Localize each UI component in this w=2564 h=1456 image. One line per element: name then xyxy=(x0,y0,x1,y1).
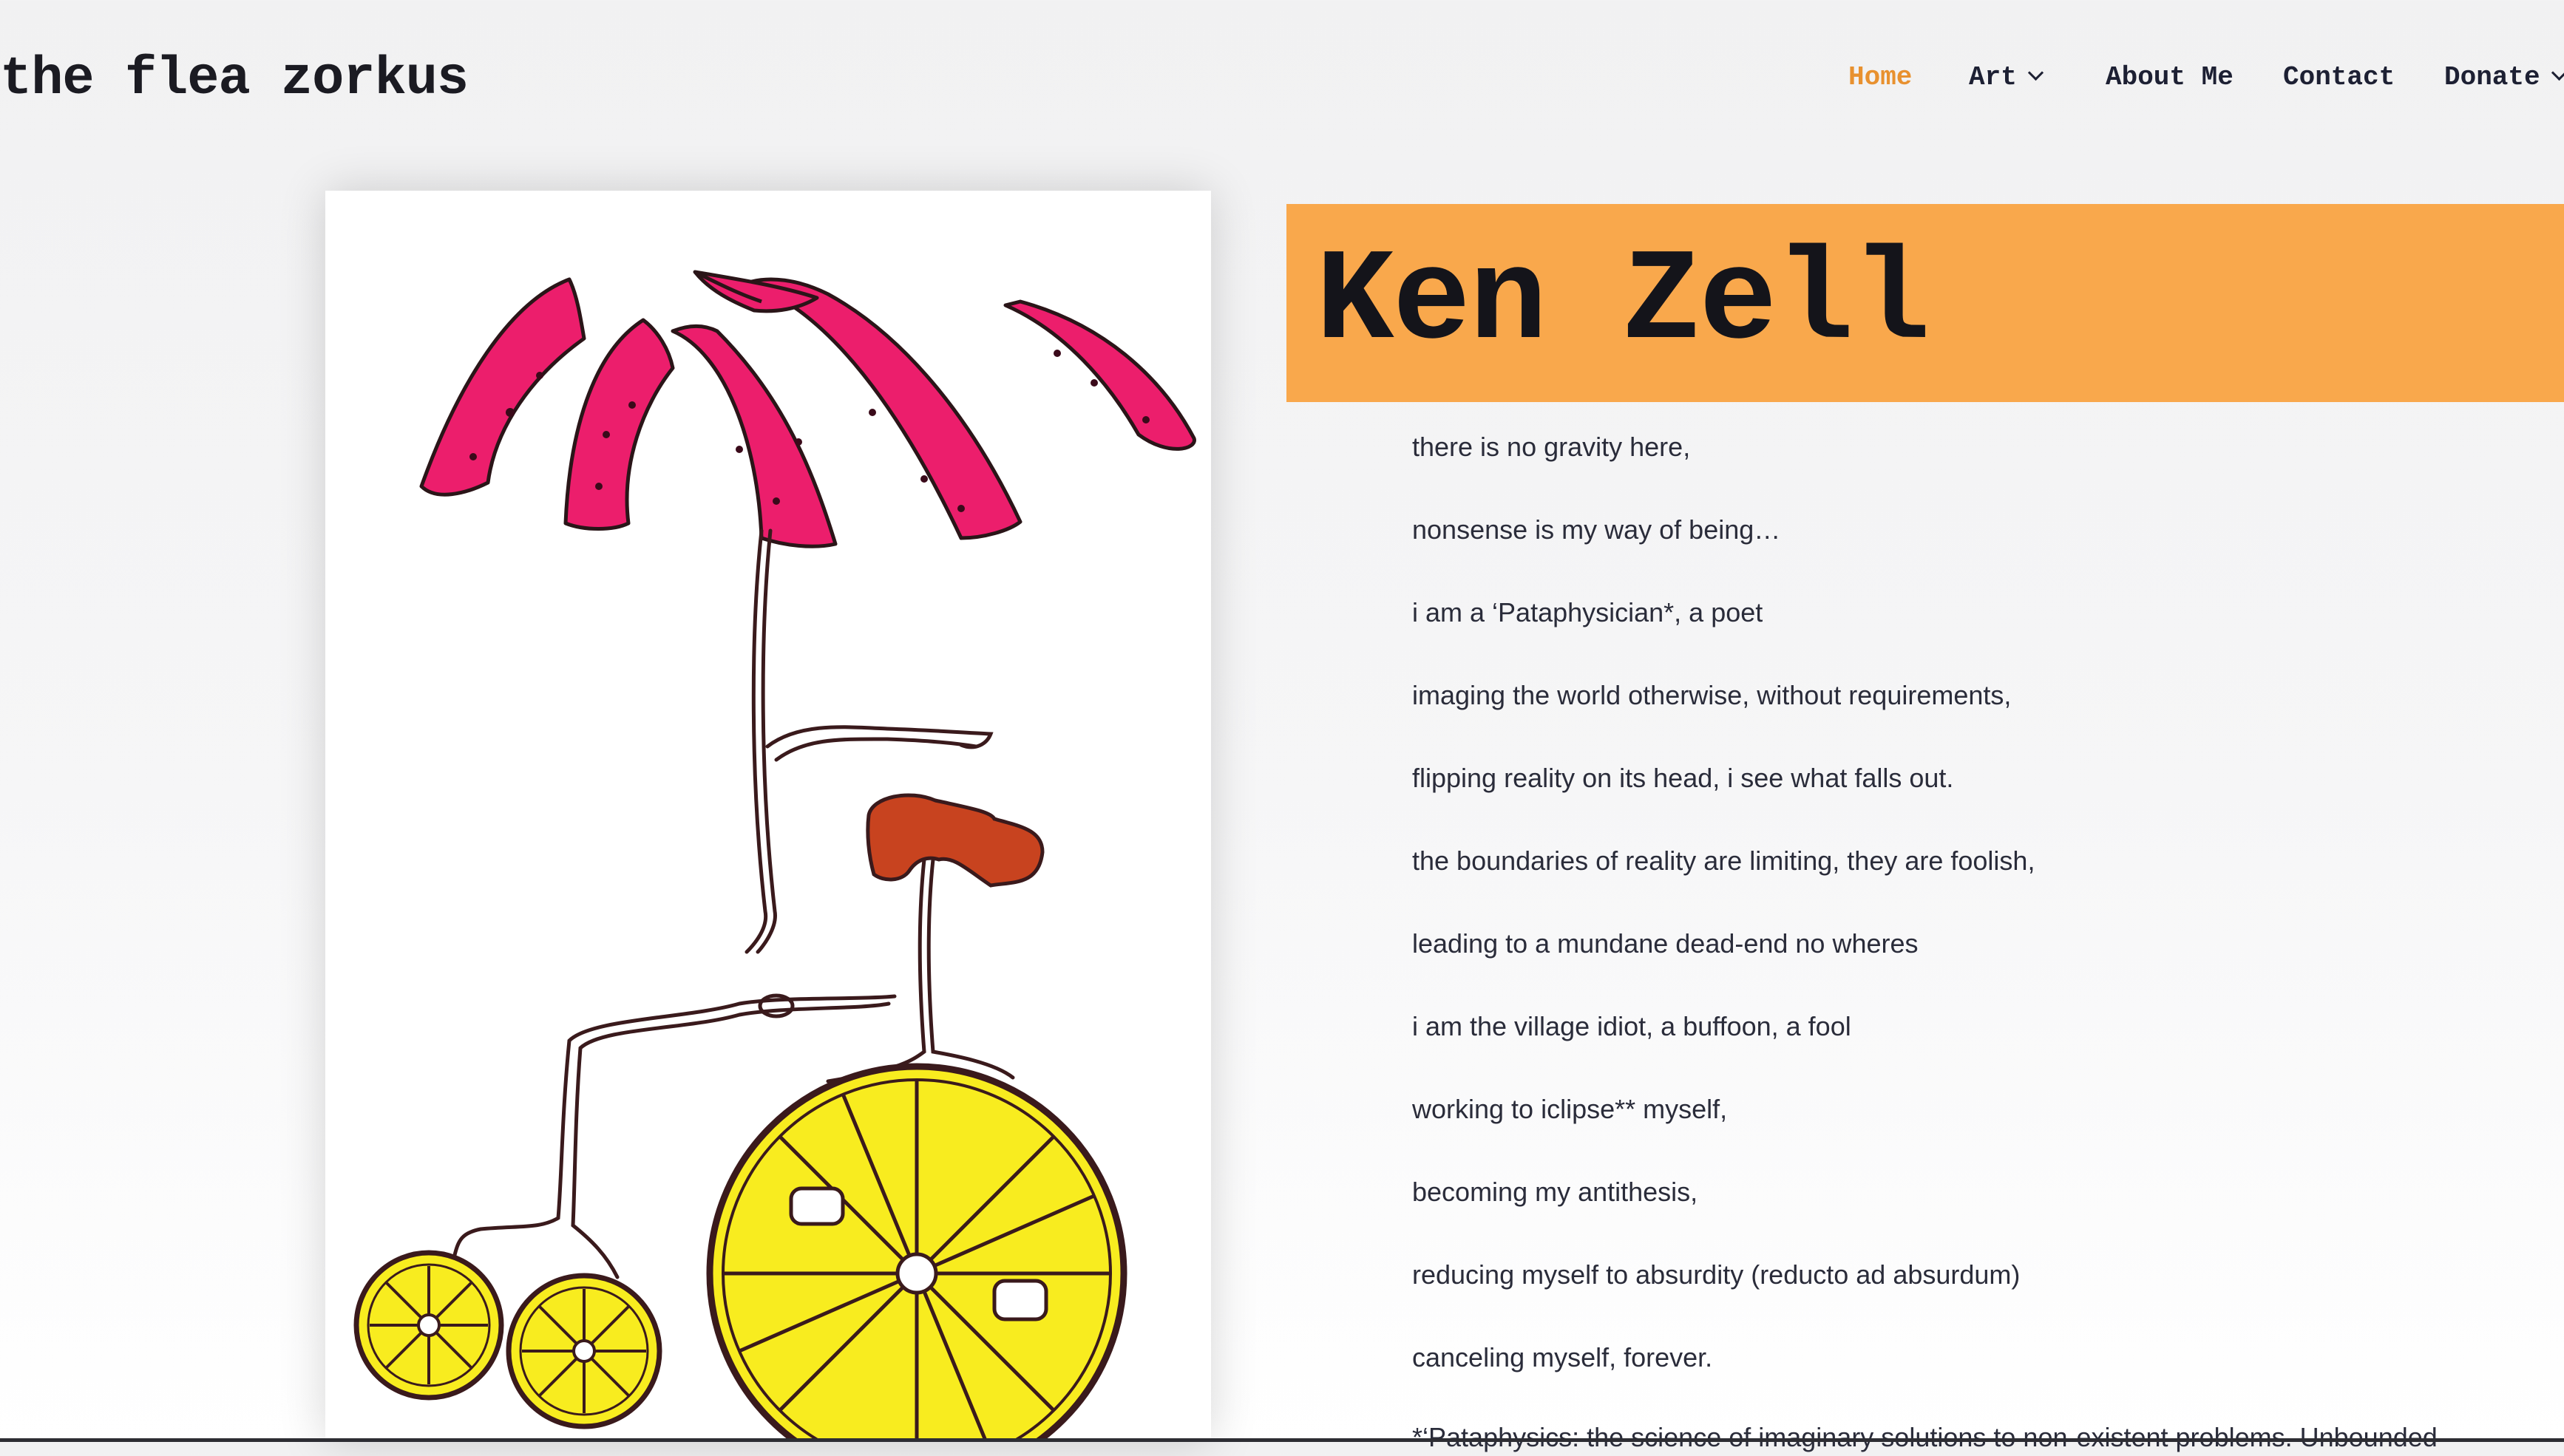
chevron-down-icon xyxy=(2551,64,2564,81)
chevron-down-icon xyxy=(2027,64,2044,81)
site-logo[interactable]: the flea zorkus xyxy=(0,46,469,112)
poem-line: i am the village idiot, a buffoon, a foo… xyxy=(1412,1011,1851,1041)
nav-home-label: Home xyxy=(1848,62,1913,92)
nav-art-link[interactable]: Art xyxy=(1969,59,2044,96)
big-wheel xyxy=(706,1063,1127,1442)
poem-line: canceling myself, forever. xyxy=(1412,1342,1713,1372)
page-title: Ken Zell xyxy=(1316,228,1930,376)
poem-line: leading to a mundane dead-end no wheres xyxy=(1412,928,1919,959)
poem-line: the boundaries of reality are limiting, … xyxy=(1412,846,2035,876)
nav-art-label: Art xyxy=(1969,62,2017,92)
poem-line: i am a ‘Pataphysician*, a poet xyxy=(1412,597,1763,627)
poem-line: imaging the world otherwise, without req… xyxy=(1412,680,2012,710)
nav-contact-label: Contact xyxy=(2283,62,2395,92)
bicycle-seat xyxy=(866,793,1045,888)
footnote-text: *‘Pataphysics: the science of imaginary … xyxy=(1412,1422,2438,1452)
poem-line: flipping reality on its head, i see what… xyxy=(1412,763,1954,793)
small-wheel-left xyxy=(353,1250,504,1401)
viewport-bottom-edge xyxy=(0,1438,2564,1442)
artwork-frame xyxy=(325,191,1211,1442)
nav-home-link[interactable]: Home xyxy=(1848,59,1912,96)
poem-text: there is no gravity here, nonsense is my… xyxy=(1412,429,2551,1422)
poem-line: nonsense is my way of being… xyxy=(1412,514,1781,545)
artwork-umbrella-bicycle-drawing xyxy=(353,270,1196,1442)
umbrella-canopy xyxy=(419,270,1196,548)
small-wheel-right xyxy=(506,1273,662,1429)
nav-donate-link[interactable]: Donate xyxy=(2444,59,2564,96)
nav-about-label: About Me xyxy=(2106,62,2234,92)
poem-line: becoming my antithesis, xyxy=(1412,1177,1698,1207)
poem-line: reducing myself to absurdity (reducto ad… xyxy=(1412,1259,2021,1290)
poem-line: there is no gravity here, xyxy=(1412,432,1691,462)
nav-donate-label: Donate xyxy=(2444,62,2540,92)
title-band: Ken Zell xyxy=(1286,204,2564,402)
poem-line: working to iclipse** myself, xyxy=(1412,1094,1728,1124)
site-header: the flea zorkus Home Art About Me Contac… xyxy=(0,0,2564,163)
nav-about-link[interactable]: About Me xyxy=(2106,59,2234,96)
nav-contact-link[interactable]: Contact xyxy=(2283,59,2395,96)
